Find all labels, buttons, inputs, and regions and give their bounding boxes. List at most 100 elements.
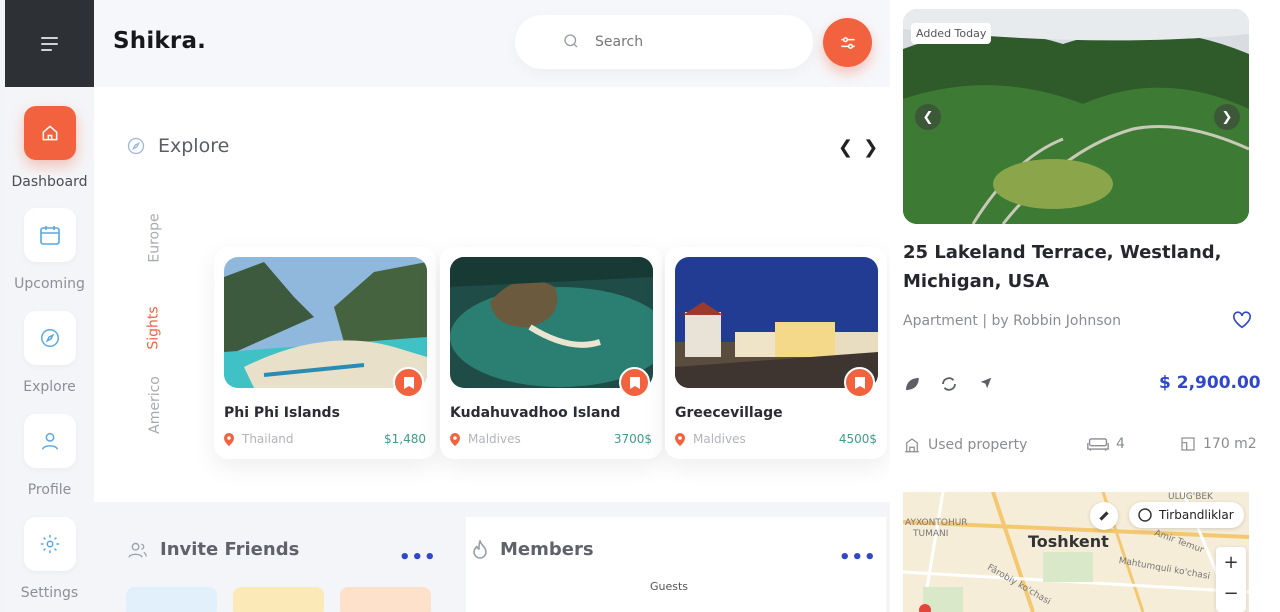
sliders-icon <box>840 36 855 49</box>
carousel-prev-button[interactable]: ❮ <box>915 104 941 130</box>
location-pin-icon <box>675 432 685 446</box>
hamburger-icon <box>41 33 58 55</box>
bookmark-icon <box>403 376 414 389</box>
users-icon <box>128 542 147 558</box>
members-more-button[interactable]: ••• <box>839 547 877 568</box>
menu-button[interactable] <box>5 0 94 87</box>
listing-image-carousel[interactable]: Added Today ❮ ❯ <box>903 9 1249 224</box>
chevron-right-icon: ❯ <box>1221 109 1233 125</box>
destination-location: Thailand <box>224 432 294 446</box>
sidebar-item-label: Dashboard <box>11 174 88 190</box>
explore-heading: Explore <box>126 135 229 157</box>
bookmark-button[interactable] <box>844 367 875 398</box>
friend-card[interactable] <box>340 587 431 612</box>
members-heading: Members <box>472 539 594 560</box>
destination-location: Maldives <box>675 432 746 446</box>
friend-card[interactable] <box>126 587 217 612</box>
members-panel <box>466 517 886 612</box>
sidebar-item-label: Settings <box>20 585 79 601</box>
location-pin-icon <box>224 432 234 446</box>
sidebar-item-profile[interactable]: Profile <box>5 414 94 498</box>
bookmark-button[interactable] <box>619 367 650 398</box>
destination-price: 3700$ <box>613 432 652 446</box>
destination-image <box>224 257 427 388</box>
compass-icon <box>127 137 145 155</box>
user-icon <box>41 432 58 450</box>
header: Shikra. <box>94 0 890 87</box>
destination-name: Greecevillage <box>675 405 783 421</box>
compass-icon <box>40 329 59 347</box>
listing-price: $ 2,900.00 <box>1159 373 1261 393</box>
brand-logo: Shikra. <box>113 28 207 54</box>
traffic-icon <box>1138 508 1152 522</box>
category-tab-europe[interactable]: Europe <box>147 213 163 262</box>
bookmark-icon <box>854 376 865 389</box>
map-city-label: Toshkent <box>1028 532 1109 551</box>
category-tab-sights[interactable]: Sights <box>146 306 162 349</box>
bookmark-button[interactable] <box>393 367 424 398</box>
calendar-icon <box>39 226 60 245</box>
sidebar-item-label: Profile <box>27 482 72 498</box>
destination-image <box>675 257 878 388</box>
destination-name: Phi Phi Islands <box>224 405 340 421</box>
filter-button[interactable] <box>823 18 872 67</box>
guests-label: Guests <box>650 580 689 593</box>
sidebar-item-label: Upcoming <box>14 276 85 292</box>
sidebar-item-explore[interactable]: Explore <box>5 311 94 395</box>
destination-image <box>450 257 653 388</box>
chevron-left-icon: ❮ <box>922 109 934 125</box>
building-icon <box>905 438 919 453</box>
destination-card[interactable]: Kudahuvadhoo Island Maldives 3700$ <box>440 247 662 459</box>
ruler-icon <box>1099 511 1109 521</box>
area-size: 170 m2 <box>1180 436 1257 452</box>
explore-title: Explore <box>158 135 230 157</box>
destination-card[interactable]: Phi Phi Islands Thailand $1,480 <box>214 247 436 459</box>
chevron-left-icon[interactable]: ❮ <box>838 137 853 158</box>
listing-address: 25 Lakeland Terrace, Westland, Michigan,… <box>903 242 1222 292</box>
refresh-icon <box>942 377 956 391</box>
sidebar-item-label: Explore <box>23 379 76 395</box>
search-icon <box>564 34 578 48</box>
flame-icon <box>473 539 487 559</box>
chevron-right-icon[interactable]: ❯ <box>863 137 878 158</box>
destination-card[interactable]: Greecevillage Maldives 4500$ <box>665 247 887 459</box>
zoom-in-button[interactable]: + <box>1216 547 1246 578</box>
added-today-badge: Added Today <box>911 23 992 44</box>
bookmark-icon <box>629 376 640 389</box>
invite-more-button[interactable]: ••• <box>399 547 437 568</box>
app-root: Dashboard Upcoming Explore Profile Setti… <box>0 0 1280 612</box>
invite-friends-heading: Invite Friends <box>128 539 299 560</box>
sidebar-item-settings[interactable]: Settings <box>5 517 94 601</box>
room-count: 4 <box>1087 436 1125 452</box>
sidebar-item-dashboard[interactable]: Dashboard <box>5 106 94 190</box>
destination-location: Maldives <box>450 432 521 446</box>
leaf-icon <box>906 378 919 390</box>
home-icon <box>42 125 57 141</box>
map-zoom-controls: + − <box>1216 547 1246 612</box>
navigation-icon <box>980 377 992 389</box>
heart-icon[interactable] <box>1232 311 1252 329</box>
category-tab-americo[interactable]: Americo <box>147 376 163 434</box>
measure-button[interactable] <box>1090 502 1118 530</box>
sidebar-item-upcoming[interactable]: Upcoming <box>5 208 94 292</box>
traffic-toggle[interactable]: Tirbandliklar <box>1129 502 1244 528</box>
carousel-next-button[interactable]: ❯ <box>1214 104 1240 130</box>
destination-price: $1,480 <box>384 432 426 446</box>
sidebar: Dashboard Upcoming Explore Profile Setti… <box>5 87 94 612</box>
area-icon <box>1181 437 1195 451</box>
listing-panel: Added Today ❮ ❯ 25 Lakeland Terrace, Wes… <box>890 0 1280 612</box>
search-bar[interactable] <box>515 15 813 69</box>
search-input[interactable] <box>595 31 785 53</box>
sofa-icon <box>1087 438 1109 451</box>
destination-price: 4500$ <box>838 432 877 446</box>
friend-card[interactable] <box>233 587 324 612</box>
gear-icon <box>40 534 59 554</box>
carousel-arrows: ❮ ❯ <box>838 137 878 158</box>
zoom-out-button[interactable]: − <box>1216 578 1246 609</box>
destination-name: Kudahuvadhoo Island <box>450 405 621 421</box>
main-content: Explore ❮ ❯ Europe Sights Americo Phi Ph… <box>94 87 890 612</box>
property-type: Used property <box>903 436 1027 454</box>
location-pin-icon <box>450 432 460 446</box>
listing-subtitle: Apartment | by Robbin Johnson <box>903 313 1121 329</box>
location-map[interactable]: AYXONTOHUR TUMANI ULUG'BEK Fârobiy ko'ch… <box>903 492 1249 612</box>
